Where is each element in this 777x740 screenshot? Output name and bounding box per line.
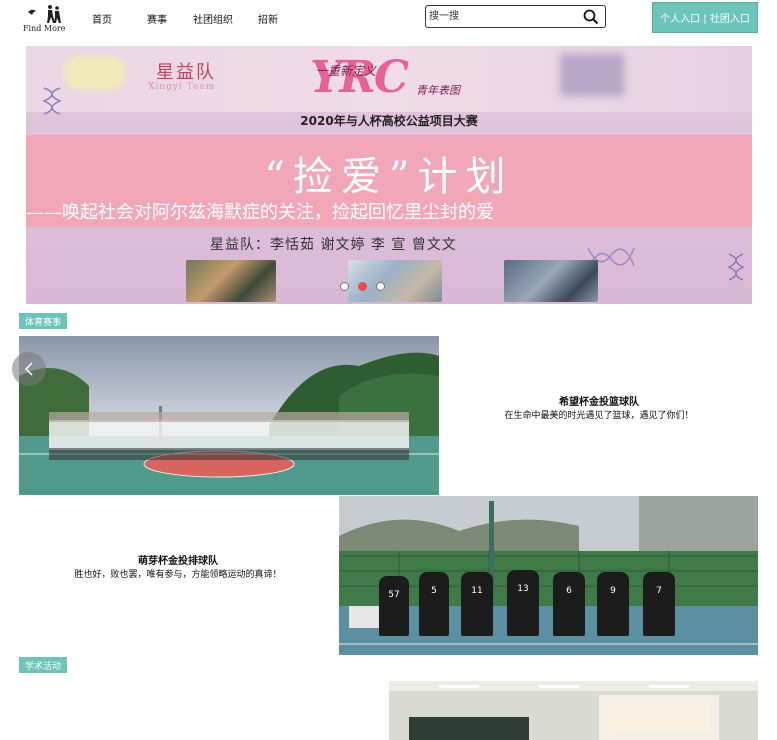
classroom-illustration xyxy=(389,681,758,740)
team-members: 星益队：李恬茹 谢文婷 李 宣 曾文文 xyxy=(210,237,457,253)
blurred-logo xyxy=(560,54,624,96)
player: 6 xyxy=(553,572,585,636)
player: 57 xyxy=(379,576,409,636)
team-name-en: Xingyi Team xyxy=(148,82,216,92)
yrc-slogan-line1: 一重新定义 xyxy=(316,64,377,78)
sub-slogan: ——唤起社会对阿尔兹海默症的关注，捡起回忆里尘封的爱 xyxy=(26,202,494,223)
basketball-team-photo[interactable] xyxy=(19,336,439,495)
banner-photo xyxy=(186,260,276,302)
top-navigation-bar: Find More 首页 赛事 社团组织 招新 个人入口 | 社团入口 xyxy=(0,0,777,36)
bird-people-logo-icon xyxy=(28,5,61,23)
basketball-court-illustration xyxy=(19,336,439,495)
banner-carousel[interactable]: 星益队 Xingyi Team YRC 一重新定义 青年表图 2020年与人杯高… xyxy=(26,46,752,304)
academic-activity-photo[interactable] xyxy=(389,681,758,740)
search-input[interactable] xyxy=(429,8,579,25)
site-logo[interactable]: Find More xyxy=(22,4,68,34)
search-box xyxy=(425,5,606,28)
logo-text: Find More xyxy=(23,24,66,33)
chevron-left-icon xyxy=(24,362,33,376)
nav-home[interactable]: 首页 xyxy=(92,11,112,26)
basketball-team-desc: 在生命中最美的时光遇见了篮球，遇见了你们！ xyxy=(504,411,694,421)
main-slogan: “捡爱”计划 xyxy=(264,154,514,200)
banner-photo xyxy=(504,260,598,302)
search-icon[interactable] xyxy=(583,9,599,25)
banner-photo xyxy=(348,260,442,302)
section-tag-sports[interactable]: 体育赛事 xyxy=(19,313,68,329)
section-tag-academic[interactable]: 学术活动 xyxy=(19,657,68,673)
contest-title: 2020年与人杯高校公益项目大赛 xyxy=(300,114,478,128)
carousel-dot[interactable] xyxy=(340,282,349,291)
nav-events[interactable]: 赛事 xyxy=(147,11,167,26)
blurred-logo xyxy=(64,56,126,90)
nav-recruit[interactable]: 招新 xyxy=(258,11,278,26)
player: 9 xyxy=(597,572,629,636)
basketball-team-title[interactable]: 希望杯金投篮球队 xyxy=(449,393,749,408)
dna-icon xyxy=(727,253,745,281)
player: 13 xyxy=(507,570,539,636)
volleyball-team-photo[interactable]: 57 5 11 13 6 9 7 xyxy=(339,496,758,655)
carousel-prev-button[interactable] xyxy=(12,352,46,386)
carousel-dot[interactable] xyxy=(376,282,385,291)
carousel-dot-active[interactable] xyxy=(358,282,367,291)
player: 7 xyxy=(643,572,675,636)
team-name: 星益队 xyxy=(156,62,216,83)
volleyball-team-desc: 胜也好，败也罢，唯有参与，方能领略运动的真谛！ xyxy=(74,570,282,580)
nav-clubs[interactable]: 社团组织 xyxy=(193,11,233,26)
player: 11 xyxy=(461,572,493,636)
player: 5 xyxy=(419,572,449,636)
yrc-slogan-line2: 青年表图 xyxy=(416,84,460,97)
login-entry-button[interactable]: 个人入口 | 社团入口 xyxy=(652,2,758,33)
volleyball-team-title[interactable]: 萌芽杯金投排球队 xyxy=(28,552,328,567)
carousel-indicators xyxy=(340,282,385,291)
